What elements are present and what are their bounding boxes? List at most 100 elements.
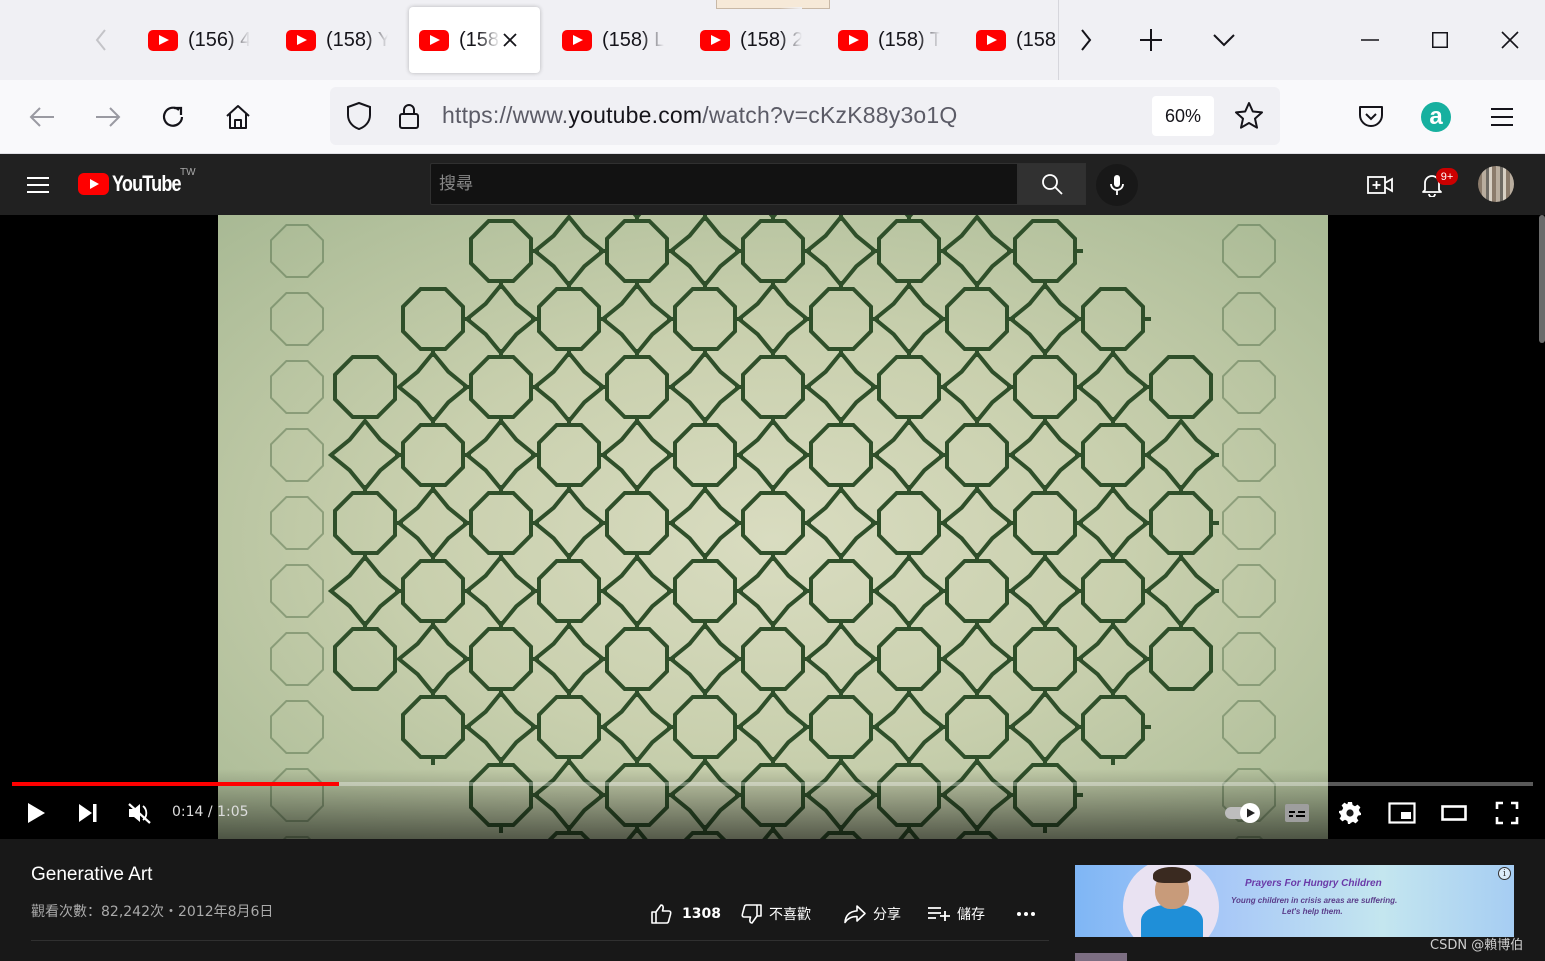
pattern-link: [703, 317, 743, 357]
pattern-tile: [333, 627, 397, 691]
url-bar[interactable]: https://www.youtube.com/watch?v=cKzK88y3…: [330, 87, 1280, 145]
ad-banner[interactable]: Prayers For Hungry Children Young childr…: [1075, 865, 1514, 937]
pattern-tile-faded: [1222, 360, 1276, 414]
create-video-button[interactable]: [1363, 168, 1397, 202]
notification-count-badge: 9+: [1436, 168, 1458, 185]
pattern-tile: [1007, 553, 1083, 629]
close-icon: [503, 33, 517, 47]
bookmark-star-button[interactable]: [1234, 101, 1264, 136]
save-label: 儲存: [957, 907, 985, 923]
pattern-link: [499, 317, 539, 357]
extension-avatar-button[interactable]: a: [1417, 98, 1455, 136]
miniplayer-icon: [1388, 802, 1416, 824]
progress-bar[interactable]: [12, 782, 1533, 786]
next-video-button[interactable]: [68, 795, 108, 831]
fullscreen-button[interactable]: [1487, 795, 1527, 831]
forward-button[interactable]: [88, 97, 128, 137]
more-actions-button[interactable]: [1016, 901, 1036, 927]
miniplayer-button[interactable]: [1382, 795, 1422, 831]
page-scrollbar[interactable]: [1539, 215, 1545, 343]
subtitles-button[interactable]: [1277, 795, 1317, 831]
arrow-right-icon: [96, 107, 121, 127]
ad-text-line: Young children in crisis areas are suffe…: [1231, 896, 1398, 905]
url-text[interactable]: https://www.youtube.com/watch?v=cKzK88y3…: [442, 102, 958, 129]
pattern-link: [771, 385, 811, 425]
video-player[interactable]: 0:14 / 1:05: [0, 215, 1545, 839]
tab-label: (158: [1016, 28, 1057, 51]
arrow-left-icon: [29, 107, 54, 127]
youtube-logo[interactable]: YouTube TW: [78, 167, 196, 197]
pattern-tile: [945, 423, 1009, 487]
browser-tab[interactable]: (158) 2: [690, 7, 802, 73]
mute-button[interactable]: [120, 795, 160, 831]
extension-a-icon: a: [1421, 102, 1451, 132]
pocket-button[interactable]: [1352, 98, 1390, 136]
pattern-link: [771, 453, 811, 493]
like-button[interactable]: 1308: [650, 901, 721, 927]
tracking-protection-shield-icon[interactable]: [344, 101, 374, 131]
browser-tab[interactable]: (158) L: [552, 7, 664, 73]
autoplay-toggle[interactable]: [1222, 795, 1264, 831]
ad-info-icon[interactable]: i: [1498, 867, 1511, 880]
tab-scroll-right-button[interactable]: [1066, 20, 1106, 60]
youtube-logo-text: YouTube: [112, 171, 182, 196]
home-button[interactable]: [218, 97, 258, 137]
pattern-link: [703, 453, 743, 493]
close-window-button[interactable]: [1487, 18, 1533, 62]
search-button[interactable]: [1018, 163, 1086, 205]
browser-tab[interactable]: (158) Y: [276, 7, 388, 73]
back-button[interactable]: [22, 97, 62, 137]
share-icon: [844, 905, 866, 924]
video-frame[interactable]: [218, 215, 1328, 839]
tab-scroll-left-button[interactable]: [84, 22, 118, 58]
pattern-tile: [469, 627, 533, 691]
share-label: 分享: [873, 907, 901, 923]
current-time: 0:14: [172, 804, 204, 820]
browser-tab[interactable]: (158: [966, 7, 1058, 73]
youtube-favicon-icon: [148, 29, 178, 51]
share-button[interactable]: 分享: [843, 901, 901, 927]
settings-button[interactable]: [1330, 795, 1370, 831]
maximize-window-button[interactable]: [1417, 18, 1463, 62]
pattern-link: [839, 453, 879, 493]
play-button[interactable]: [16, 795, 56, 831]
guide-menu-button[interactable]: [22, 169, 54, 201]
user-avatar[interactable]: [1478, 166, 1514, 202]
pattern-link: [635, 385, 675, 425]
zoom-reset-button[interactable]: 60%: [1152, 96, 1214, 136]
new-tab-button[interactable]: [1131, 20, 1171, 60]
ad-headline: Prayers For Hungry Children: [1245, 878, 1382, 889]
lock-icon[interactable]: [394, 101, 424, 131]
pattern-link: [703, 385, 743, 425]
dislike-button[interactable]: 不喜歡: [741, 901, 811, 927]
minimize-window-button[interactable]: [1347, 18, 1393, 62]
save-button[interactable]: 儲存: [927, 901, 985, 927]
reload-button[interactable]: [153, 97, 193, 137]
hamburger-menu-icon: [27, 177, 49, 193]
pattern-link: [499, 589, 539, 629]
volume-muted-icon: [128, 803, 151, 824]
browser-tab[interactable]: (156) 4: [138, 7, 250, 73]
tab-close-button[interactable]: [498, 28, 522, 52]
browser-tab-strip: (156) 4 (158) Y (158) G (158) L (158) 2 …: [0, 0, 1545, 80]
app-menu-button[interactable]: [1483, 98, 1521, 136]
related-video-thumbnail[interactable]: [1075, 953, 1127, 961]
list-all-tabs-button[interactable]: [1204, 20, 1244, 60]
youtube-favicon-icon: [286, 29, 316, 51]
pattern-link: [703, 215, 707, 221]
pattern-link: [567, 249, 607, 289]
youtube-favicon-icon: [976, 29, 1006, 51]
pattern-tile-faded: [270, 360, 324, 414]
pattern-link: [1111, 317, 1151, 357]
pattern-tile: [463, 417, 539, 493]
browser-tab[interactable]: (158) T: [828, 7, 940, 73]
pattern-link: [839, 657, 879, 697]
pattern-link: [839, 725, 879, 765]
pattern-tile: [877, 219, 941, 283]
pattern-link: [703, 657, 743, 697]
browser-tab-active[interactable]: (158) G: [409, 7, 540, 73]
pattern-tile: [809, 287, 873, 351]
voice-search-button[interactable]: [1096, 164, 1138, 206]
search-input[interactable]: [431, 164, 1017, 204]
theater-mode-button[interactable]: [1434, 795, 1474, 831]
